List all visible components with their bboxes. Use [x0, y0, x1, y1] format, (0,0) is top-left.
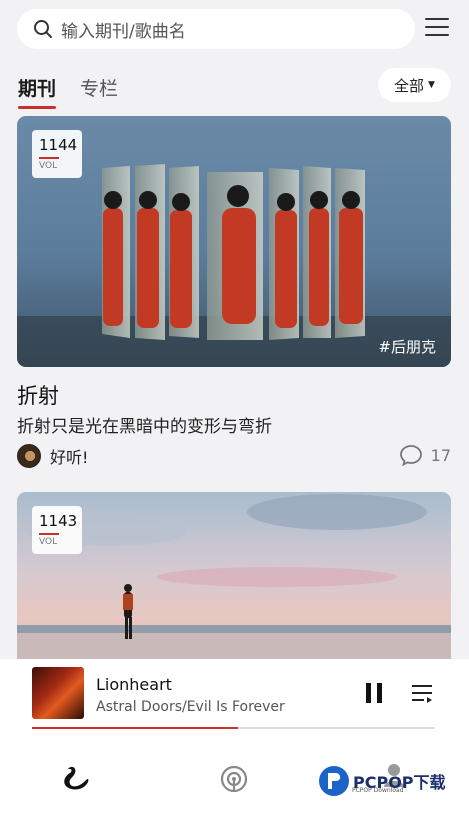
mini-player[interactable]: Lionheart Astral Doors/Evil Is Forever [0, 659, 469, 733]
song-title: Lionheart [96, 675, 172, 694]
watermark-subtext: PCPOP Download [352, 787, 404, 794]
pause-icon [366, 683, 371, 703]
vol-label: VOL [39, 161, 58, 171]
journal-title[interactable]: 折射 [17, 380, 59, 410]
tab-columns[interactable]: 专栏 [80, 74, 118, 101]
swan-icon[interactable] [62, 765, 90, 791]
vol-divider [39, 157, 59, 159]
search-icon [34, 20, 52, 38]
genre-tag[interactable]: #后朋克 [378, 336, 436, 357]
song-artist: Astral Doors/Evil Is Forever [96, 699, 285, 715]
filter-label: 全部 [394, 76, 425, 95]
vol-divider [39, 533, 59, 535]
vol-number: 1144 [39, 136, 78, 154]
search-input[interactable]: 输入期刊/歌曲名 [17, 9, 415, 49]
journal-cover-1144[interactable]: 1144 VOL #后朋克 [17, 116, 451, 367]
cover-image [17, 116, 451, 367]
tab-journals[interactable]: 期刊 [18, 74, 57, 109]
vol-number: 1143 [39, 512, 78, 530]
journal-description: 折射只是光在黑暗中的变形与弯折 [17, 417, 272, 437]
avatar [17, 444, 41, 468]
filter-dropdown[interactable]: 全部 ▼ [378, 68, 451, 102]
vol-badge: 1143 VOL [32, 506, 82, 554]
vol-label: VOL [39, 537, 58, 547]
author[interactable]: 好听! [17, 444, 88, 468]
watermark: PCPOP下载 PCPOP Download [318, 765, 446, 797]
radio-icon[interactable] [220, 765, 248, 793]
album-cover[interactable] [32, 667, 84, 719]
comment-icon [399, 445, 422, 466]
author-name: 好听! [50, 448, 89, 467]
journal-cover-1143[interactable]: 1143 VOL [17, 492, 451, 659]
progress-fill [32, 727, 238, 729]
tab-bar: 期刊 专栏 [18, 74, 142, 109]
pcpop-logo-icon [319, 766, 349, 796]
pause-icon-bar [377, 683, 382, 703]
caret-down-icon: ▼ [428, 80, 435, 90]
menu-icon[interactable] [425, 18, 449, 40]
pause-button[interactable] [364, 683, 384, 703]
comment-count[interactable]: 17 [399, 444, 451, 466]
vol-badge: 1144 VOL [32, 130, 82, 178]
cover-image [17, 492, 451, 659]
progress-bar[interactable] [32, 727, 435, 729]
search-placeholder: 输入期刊/歌曲名 [61, 21, 186, 42]
queue-icon[interactable] [412, 683, 434, 703]
comment-count-value: 17 [430, 445, 451, 465]
